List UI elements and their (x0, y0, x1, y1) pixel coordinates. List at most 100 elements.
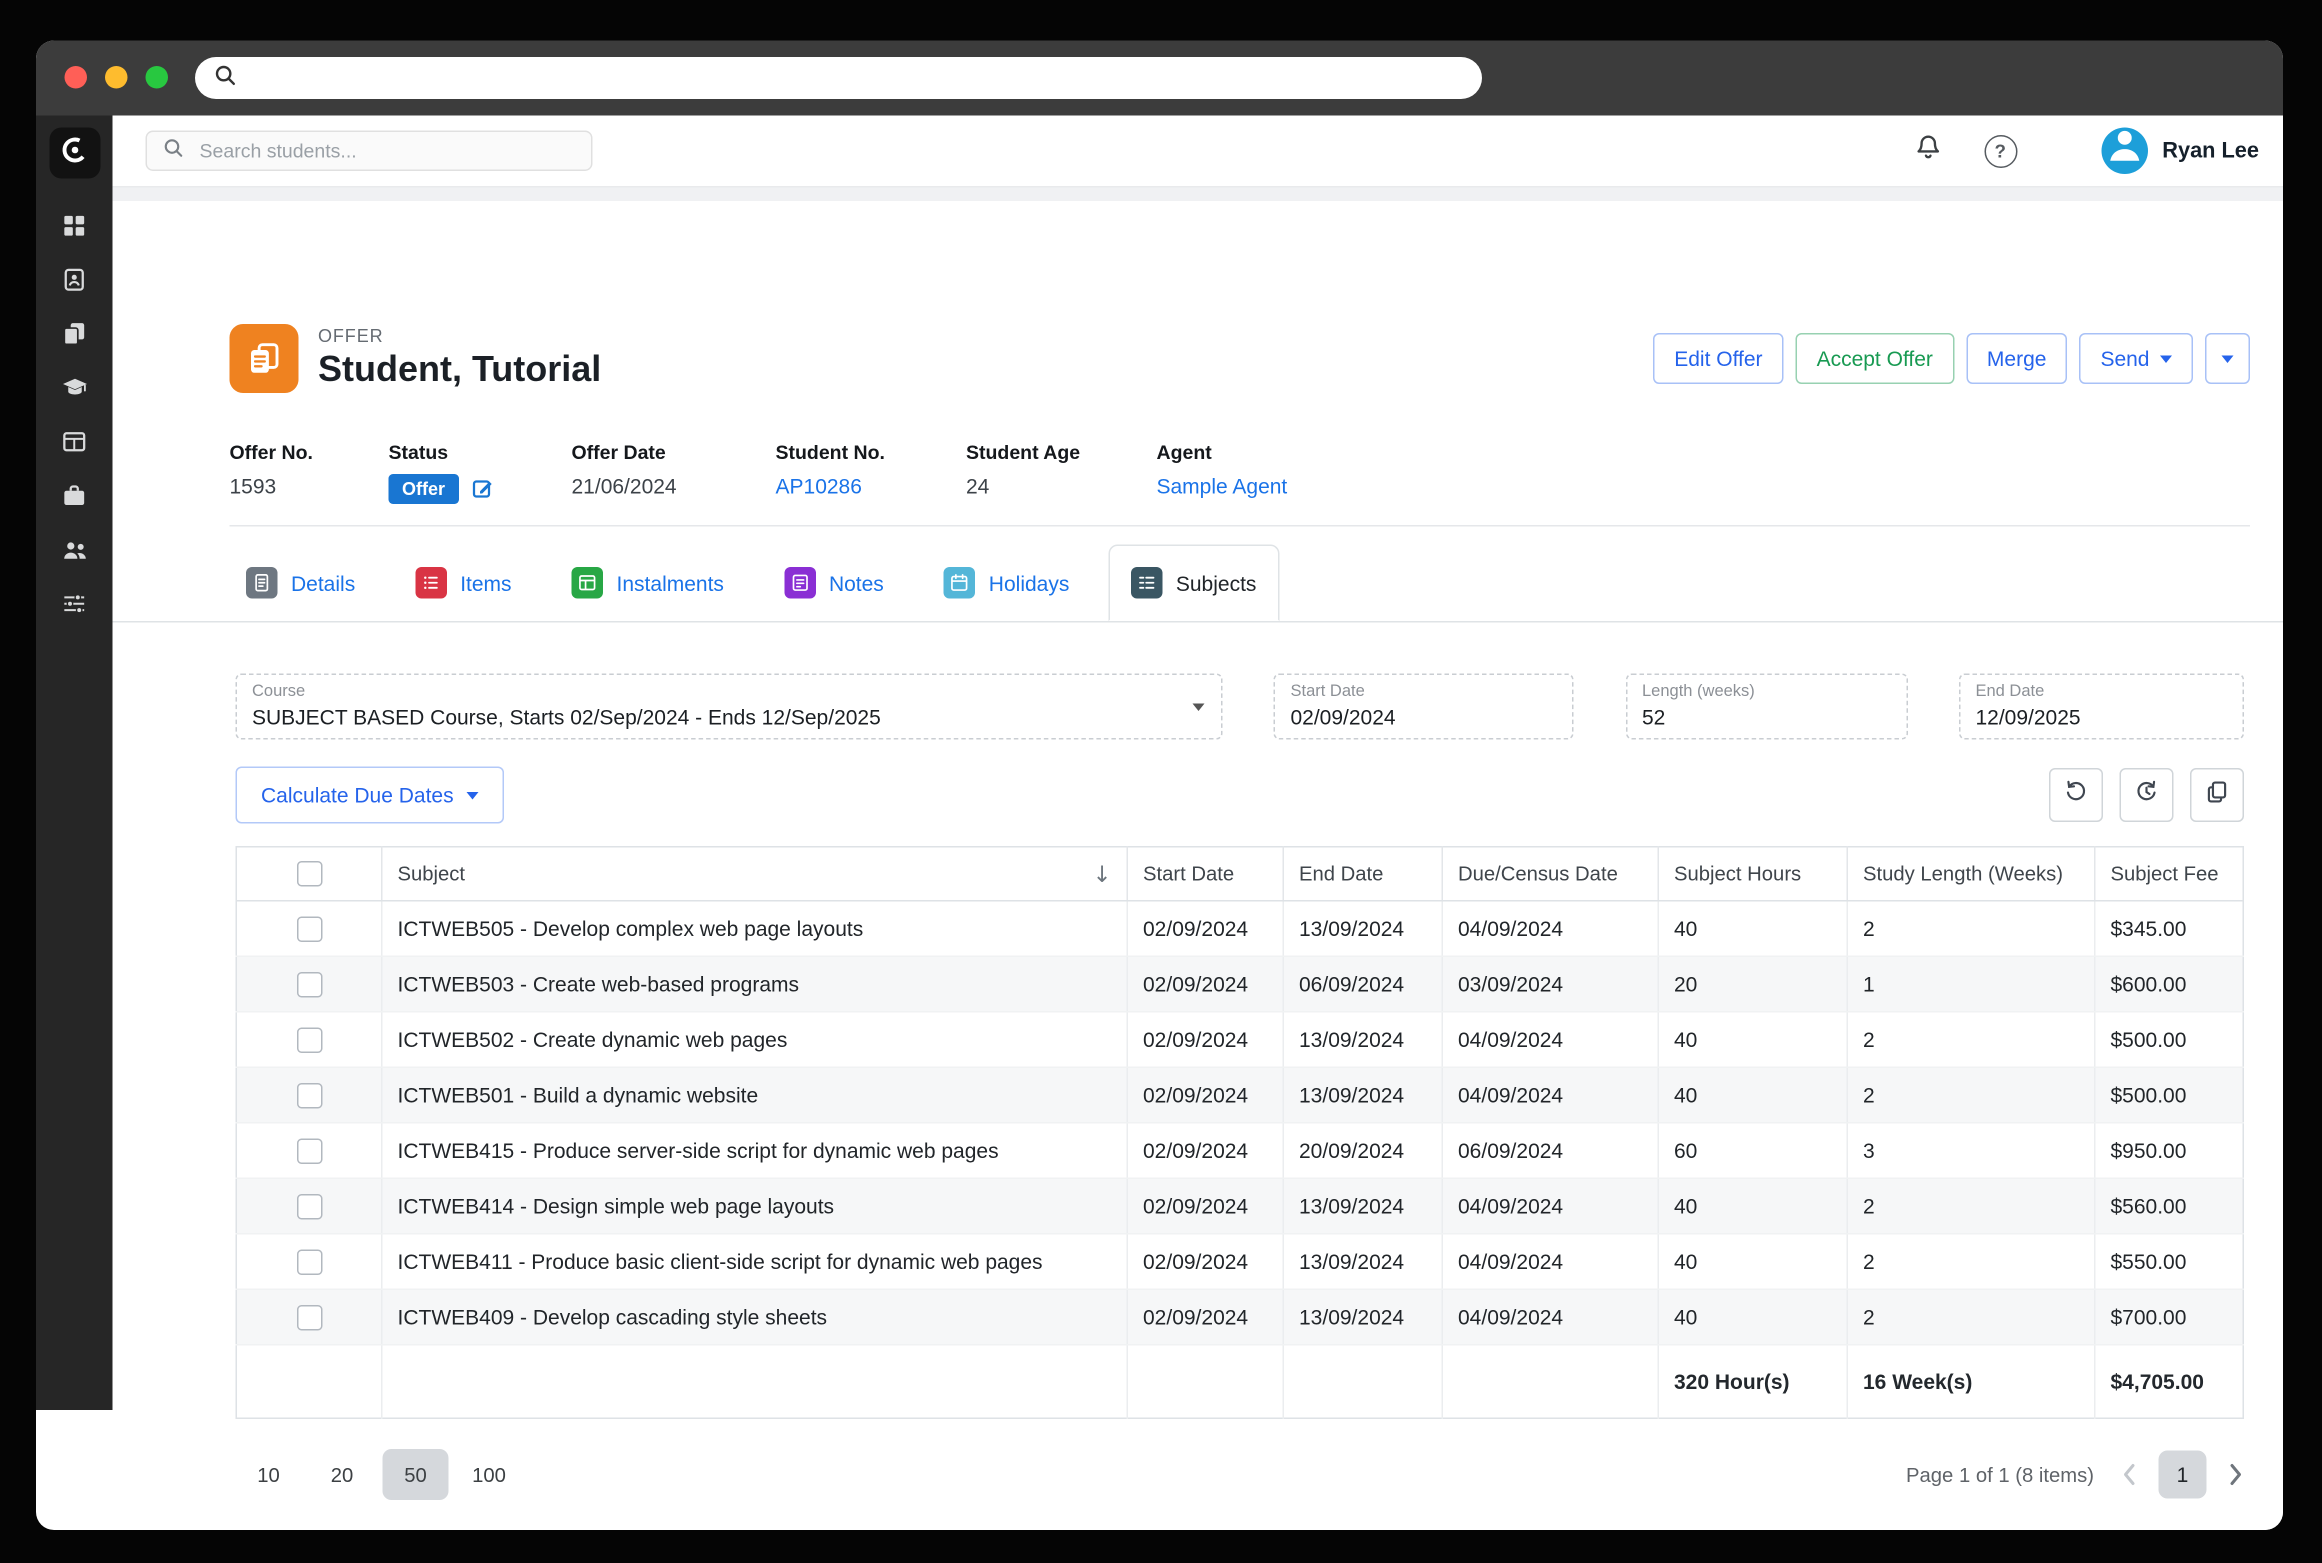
row-checkbox[interactable] (296, 1082, 322, 1109)
cell-subject: ICTWEB503 - Create web-based programs (381, 956, 1128, 1013)
edit-status-icon[interactable] (471, 475, 495, 504)
column-header-subject-fee[interactable]: Subject Fee (2094, 846, 2244, 902)
offer-date-value: 21/06/2024 (571, 474, 677, 498)
course-select[interactable]: Course SUBJECT BASED Course, Starts 02/S… (235, 673, 1223, 740)
end-date-field[interactable]: End Date 12/09/2025 (1958, 673, 2244, 740)
cell-subject: ICTWEB411 - Produce basic client-side sc… (381, 1233, 1128, 1290)
row-checkbox-cell (236, 900, 382, 957)
cell-subject-fee: $345.00 (2094, 900, 2244, 957)
page-size-20[interactable]: 20 (309, 1449, 375, 1500)
cell-start-date: 02/09/2024 (1126, 900, 1284, 957)
student-no-link[interactable]: AP10286 (776, 474, 862, 498)
user-name[interactable]: Ryan Lee (2162, 139, 2259, 163)
column-header-due-census-date[interactable]: Due/Census Date (1441, 846, 1659, 902)
browser-search-bar[interactable] (195, 57, 1482, 99)
column-header-subject[interactable]: Subject ↓ (381, 846, 1128, 902)
summary-hours: 320 Hour(s) (1657, 1344, 1848, 1419)
row-checkbox[interactable] (296, 1193, 322, 1220)
tab-subjects[interactable]: Subjects (1108, 544, 1279, 621)
column-header-start-date[interactable]: Start Date (1126, 846, 1284, 902)
previous-page-button[interactable] (2121, 1461, 2138, 1488)
user-avatar[interactable] (2100, 127, 2148, 174)
accept-offer-button[interactable]: Accept Offer (1795, 333, 1954, 384)
zoom-window-button[interactable] (145, 66, 168, 89)
close-window-button[interactable] (64, 66, 87, 89)
page-size-50[interactable]: 50 (382, 1449, 449, 1500)
sort-descending-icon[interactable]: ↓ (1093, 860, 1112, 887)
send-button[interactable]: Send (2079, 333, 2193, 384)
refresh-button[interactable] (2049, 768, 2103, 822)
pagination-bar: 10 20 50 100 Page 1 of 1 (8 items) 1 (236, 1449, 2245, 1500)
tab-items[interactable]: Items (394, 545, 532, 622)
row-checkbox[interactable] (296, 1027, 322, 1053)
send-options-button[interactable] (2205, 333, 2250, 384)
table-row: ICTWEB505 - Develop complex web page lay… (236, 900, 2244, 957)
chevron-down-icon (1192, 703, 1205, 711)
status-badge: Offer (388, 474, 459, 504)
app-logo[interactable] (48, 127, 100, 179)
sidebar-item-offers[interactable] (36, 311, 113, 365)
page-size-10[interactable]: 10 (236, 1449, 302, 1500)
cell-start-date: 02/09/2024 (1126, 1011, 1284, 1068)
next-page-button[interactable] (2228, 1461, 2245, 1488)
row-checkbox-cell (236, 1011, 382, 1068)
row-checkbox[interactable] (296, 1304, 322, 1331)
refresh-icon (2063, 778, 2090, 813)
sidebar-item-services[interactable] (36, 473, 113, 527)
caret-down-icon (2160, 354, 2172, 363)
sidebar-item-contacts[interactable] (36, 257, 113, 311)
sidebar-item-reports[interactable] (36, 419, 113, 473)
column-header-end-date[interactable]: End Date (1282, 846, 1443, 902)
row-checkbox[interactable] (296, 1138, 322, 1164)
tab-notes[interactable]: Notes (763, 545, 905, 622)
page-size-100[interactable]: 100 (456, 1449, 522, 1500)
edit-offer-button[interactable]: Edit Offer (1653, 333, 1784, 384)
tab-instalments[interactable]: Instalments (551, 545, 745, 622)
help-button[interactable]: ? (1983, 134, 2017, 168)
cell-due-census-date: 04/09/2024 (1441, 1233, 1659, 1290)
sidebar-item-dashboard[interactable] (36, 203, 113, 257)
screen: ? Ryan Lee OFFER Stud (0, 0, 2322, 1563)
cell-subject-hours: 40 (1657, 900, 1848, 957)
sidebar-item-agents[interactable] (36, 527, 113, 581)
merge-button[interactable]: Merge (1965, 333, 2068, 384)
column-header-subject-hours[interactable]: Subject Hours (1657, 846, 1848, 902)
notifications-button[interactable] (1913, 133, 1942, 169)
instalments-table-icon (571, 567, 604, 599)
course-form: Course SUBJECT BASED Course, Starts 02/S… (235, 673, 2245, 740)
cell-study-length: 2 (1846, 1289, 2095, 1346)
row-checkbox[interactable] (296, 1249, 322, 1275)
offer-type-icon (229, 324, 299, 393)
page-number-button[interactable]: 1 (2158, 1450, 2207, 1499)
cell-subject-fee: $600.00 (2094, 956, 2244, 1013)
sidebar-item-courses[interactable] (36, 365, 113, 419)
column-header-study-length[interactable]: Study Length (Weeks) (1846, 846, 2095, 902)
cell-due-census-date: 04/09/2024 (1441, 1178, 1659, 1235)
cell-end-date: 20/09/2024 (1282, 1122, 1443, 1179)
row-checkbox[interactable] (296, 916, 322, 942)
cell-subject: ICTWEB415 - Produce server-side script f… (381, 1122, 1128, 1179)
subjects-list-icon (1130, 567, 1163, 599)
sidebar-item-settings[interactable] (36, 581, 113, 635)
offer-info-row: Offer No. 1593 Status Offer Offer Date 2… (230, 441, 2251, 504)
history-button[interactable] (2119, 768, 2174, 822)
agent-link[interactable]: Sample Agent (1157, 474, 1288, 498)
cell-subject-fee: $950.00 (2094, 1122, 2244, 1179)
sliders-icon (62, 591, 88, 624)
calculate-due-dates-button[interactable]: Calculate Due Dates (235, 766, 505, 824)
minimize-window-button[interactable] (105, 66, 128, 89)
notes-icon (783, 567, 816, 599)
student-no-label: Student No. (775, 441, 885, 464)
copy-button[interactable] (2190, 768, 2244, 822)
cell-start-date: 02/09/2024 (1126, 1067, 1284, 1124)
select-all-checkbox[interactable] (296, 861, 322, 887)
page-info: Page 1 of 1 (8 items) (1906, 1463, 2094, 1486)
search-icon (213, 62, 237, 94)
search-input[interactable] (196, 138, 578, 164)
tab-holidays[interactable]: Holidays (923, 545, 1091, 622)
row-checkbox[interactable] (296, 971, 322, 998)
length-weeks-field[interactable]: Length (weeks) 52 (1625, 673, 1908, 740)
logo-icon (56, 131, 92, 175)
tab-details[interactable]: Details (225, 545, 376, 622)
start-date-field[interactable]: Start Date 02/09/2024 (1273, 673, 1574, 740)
